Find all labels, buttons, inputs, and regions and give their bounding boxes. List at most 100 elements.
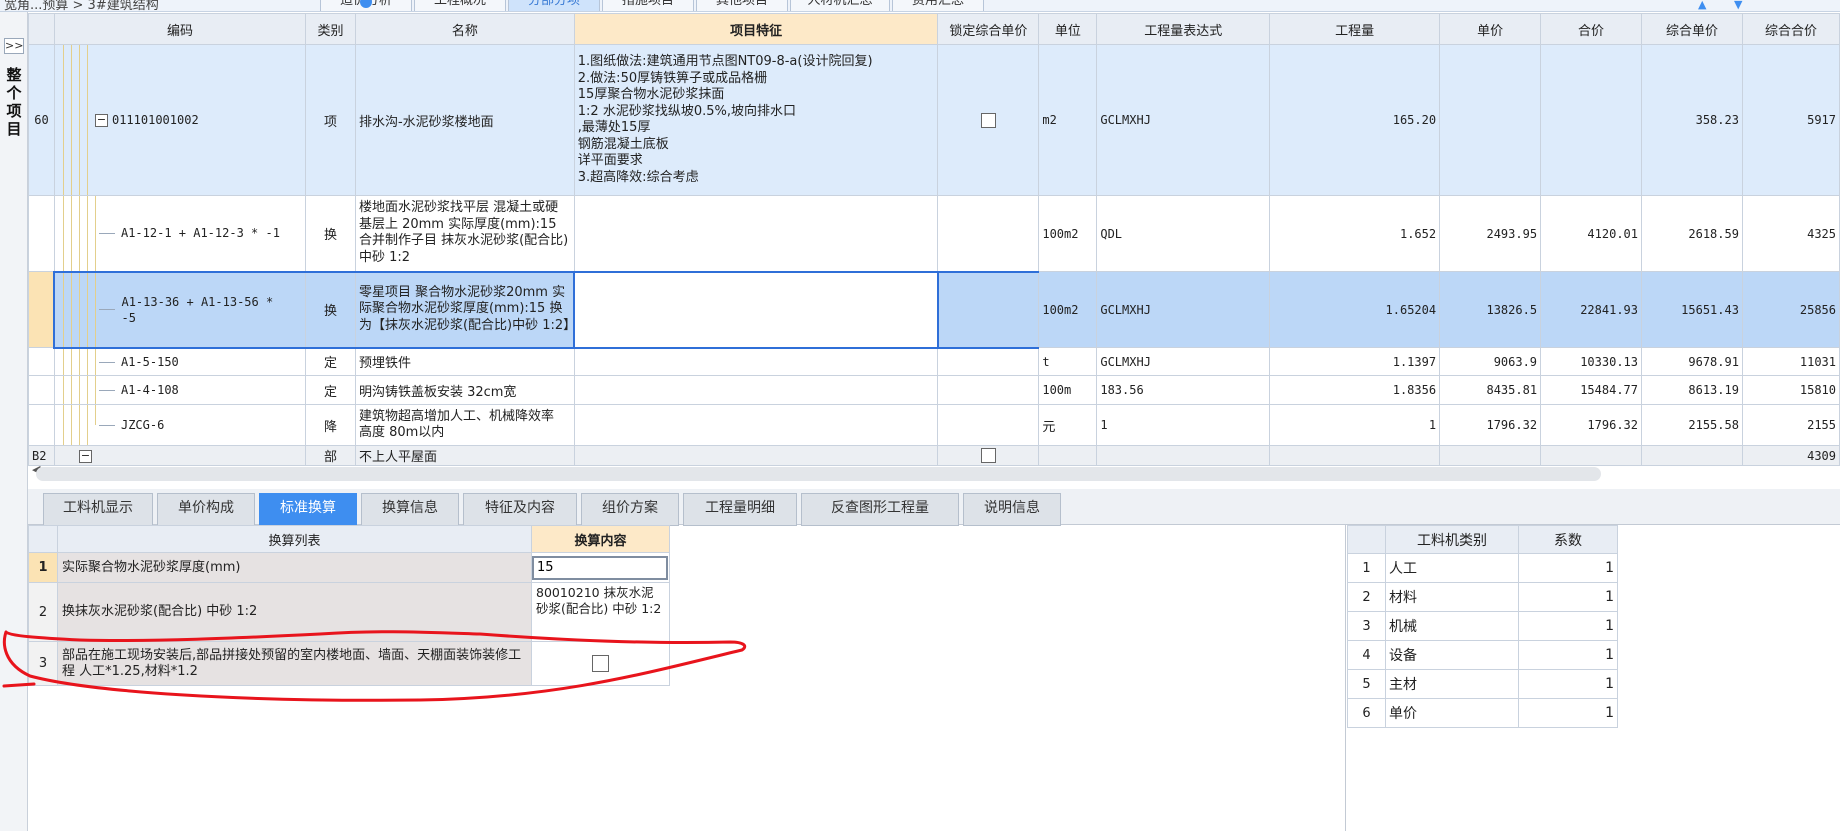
collapse-icon[interactable]: − [94, 114, 108, 127]
row-type: 降 [304, 404, 356, 446]
tab-other-items[interactable]: 其他项目 [696, 0, 788, 11]
tab-resource-summary[interactable]: 人材机汇总 [790, 0, 890, 11]
panel-divider[interactable] [1345, 525, 1346, 831]
row-qty-expr[interactable]: GCLMXHJ [1096, 347, 1271, 376]
row-index: 5 [1347, 669, 1386, 699]
row-qty[interactable]: 165.20 [1269, 44, 1441, 196]
tab-pricing-scheme[interactable]: 组价方案 [581, 493, 679, 526]
row-qty-expr[interactable]: QDL [1096, 195, 1271, 272]
row-qty[interactable]: 1.1397 [1269, 347, 1441, 376]
table-row-selected[interactable]: A1-13-36 + A1-13-56 * -5 换 零星项目 聚合物水泥砂浆2… [28, 270, 1840, 349]
table-row[interactable]: 4 设备 1 [1347, 640, 1618, 670]
row-code[interactable]: JZCG-6 [53, 404, 306, 446]
coef-value[interactable]: 1 [1518, 640, 1618, 670]
col-code[interactable]: 编码 [53, 13, 306, 45]
coef-value[interactable]: 1 [1518, 698, 1618, 728]
row-features[interactable] [573, 347, 939, 376]
table-row[interactable]: 2 材料 1 [1347, 582, 1618, 612]
horizontal-scrollbar[interactable] [36, 467, 1601, 481]
table-row[interactable]: 60 −011101001002 项 排水沟-水泥砂浆楼地面 1.图纸做法:建筑… [28, 44, 1840, 196]
col-total[interactable]: 合价 [1540, 13, 1642, 45]
row-qty-expr[interactable]: GCLMXHJ [1096, 44, 1271, 196]
coef-col-category[interactable]: 工料机类别 [1385, 525, 1519, 554]
tab-description[interactable]: 说明信息 [963, 493, 1061, 526]
tab-qty-detail[interactable]: 工程量明细 [683, 493, 797, 526]
tab-graphic-qty[interactable]: 反查图形工程量 [801, 493, 959, 526]
col-qty[interactable]: 工程量 [1269, 13, 1441, 45]
col-type[interactable]: 类别 [304, 13, 356, 45]
table-row[interactable]: 1 实际聚合物水泥砂浆厚度(mm) [28, 552, 670, 583]
tab-measures[interactable]: 措施项目 [602, 0, 694, 11]
table-row[interactable]: 3 机械 1 [1347, 611, 1618, 641]
row-features[interactable] [573, 445, 939, 466]
row-qty[interactable]: 1.652 [1269, 195, 1441, 272]
row-qty[interactable]: 1.8356 [1269, 375, 1441, 405]
table-row[interactable]: 5 主材 1 [1347, 669, 1618, 699]
row-qty[interactable]: 1 [1269, 404, 1441, 446]
row-features[interactable]: 1.图纸做法:建筑通用节点图NT09-8-a(设计院回复) 2.做法:50厚铸铁… [573, 44, 939, 196]
tab-project-overview[interactable]: 工程概况 [414, 0, 506, 11]
table-row[interactable]: A1-12-1 + A1-12-3 * -1 换 楼地面水泥砂浆找平层 混凝土或… [28, 195, 1840, 272]
row-qty-expr[interactable]: 1 [1096, 404, 1271, 446]
col-price[interactable]: 单价 [1439, 13, 1542, 45]
row-qty[interactable]: 1.65204 [1269, 271, 1441, 348]
row-qty-expr[interactable]: 183.56 [1096, 375, 1271, 405]
lock-price-cell[interactable] [937, 445, 1040, 466]
lock-price-checkbox[interactable] [980, 448, 996, 463]
row-seq [28, 347, 55, 376]
row-features[interactable] [573, 195, 939, 272]
row-code[interactable]: A1-12-1 + A1-12-3 * -1 [53, 195, 306, 272]
row-features[interactable] [573, 404, 939, 446]
row-type: 换 [304, 270, 356, 349]
table-row[interactable]: A1-5-150 定 预埋铁件 t GCLMXHJ 1.1397 9063.9 … [28, 347, 1840, 376]
tab-features-content[interactable]: 特征及内容 [463, 493, 577, 526]
table-row[interactable]: JZCG-6 降 建筑物超高增加人工、机械降效率 高度 80m以内 元 1 1 … [28, 404, 1840, 446]
table-row[interactable]: 6 单价 1 [1347, 698, 1618, 728]
table-row[interactable]: B2 − 部 不上人平屋面 4309 [28, 445, 1840, 466]
conversion-value-cell[interactable] [531, 552, 670, 583]
expand-sidebar-button[interactable]: >> [4, 38, 24, 54]
tab-itemized[interactable]: 分部分项 [508, 0, 600, 11]
col-qty-expr[interactable]: 工程量表达式 [1096, 13, 1271, 45]
lock-price-cell [937, 404, 1040, 446]
table-row[interactable]: A1-4-108 定 明沟铸铁盖板安装 32cm宽 100m 183.56 1.… [28, 375, 1840, 405]
table-row[interactable]: 1 人工 1 [1347, 553, 1618, 583]
feature-line: 1.图纸做法:建筑通用节点图NT09-8-a(设计院回复) [577, 54, 873, 69]
arrow-down-icon[interactable]: ▼ [1734, 0, 1742, 11]
lock-price-cell[interactable] [937, 44, 1040, 196]
tab-conversion-info[interactable]: 换算信息 [361, 493, 459, 526]
tab-unit-price[interactable]: 单价构成 [157, 493, 255, 526]
col-name[interactable]: 名称 [354, 13, 575, 45]
tab-fee-summary[interactable]: 费用汇总 [892, 0, 984, 11]
tab-standard-conversion[interactable]: 标准换算 [259, 493, 357, 526]
coef-value[interactable]: 1 [1518, 553, 1618, 583]
conversion-col-content[interactable]: 换算内容 [531, 525, 670, 553]
conversion-col-list[interactable]: 换算列表 [57, 525, 532, 553]
scope-label[interactable]: 整个项目 [3, 66, 25, 138]
row-code[interactable]: A1-5-150 [53, 347, 306, 376]
row-code[interactable]: A1-4-108 [53, 375, 306, 405]
arrow-up-icon[interactable]: ▲ [1698, 0, 1706, 11]
coef-value[interactable]: 1 [1518, 669, 1618, 699]
col-comp-total[interactable]: 综合合价 [1741, 13, 1840, 45]
coef-col-factor[interactable]: 系数 [1518, 525, 1618, 554]
col-unit[interactable]: 单位 [1038, 13, 1098, 45]
row-features-editor[interactable] [573, 270, 939, 349]
coef-value[interactable]: 1 [1518, 582, 1618, 612]
coef-value[interactable]: 1 [1518, 611, 1618, 641]
col-lock-price[interactable]: 锁定综合单价 [937, 13, 1040, 45]
row-code[interactable]: − [53, 445, 306, 466]
row-features[interactable] [573, 375, 939, 405]
lock-price-checkbox[interactable] [980, 112, 996, 128]
breadcrumb[interactable]: 宽角...预算 > 3#建筑结构 [4, 0, 159, 11]
tab-resources[interactable]: 工料机显示 [43, 493, 153, 526]
col-comp-price[interactable]: 综合单价 [1641, 13, 1743, 45]
coef-category: 主材 [1385, 669, 1519, 699]
col-seq[interactable] [28, 13, 55, 45]
thickness-input[interactable] [532, 555, 668, 580]
col-features[interactable]: 项目特征 [573, 13, 939, 45]
row-code[interactable]: −011101001002 [53, 44, 306, 196]
row-code[interactable]: A1-13-36 + A1-13-56 * -5 [53, 270, 306, 349]
collapse-icon[interactable]: − [78, 449, 92, 463]
row-qty-expr[interactable]: GCLMXHJ [1096, 271, 1271, 348]
